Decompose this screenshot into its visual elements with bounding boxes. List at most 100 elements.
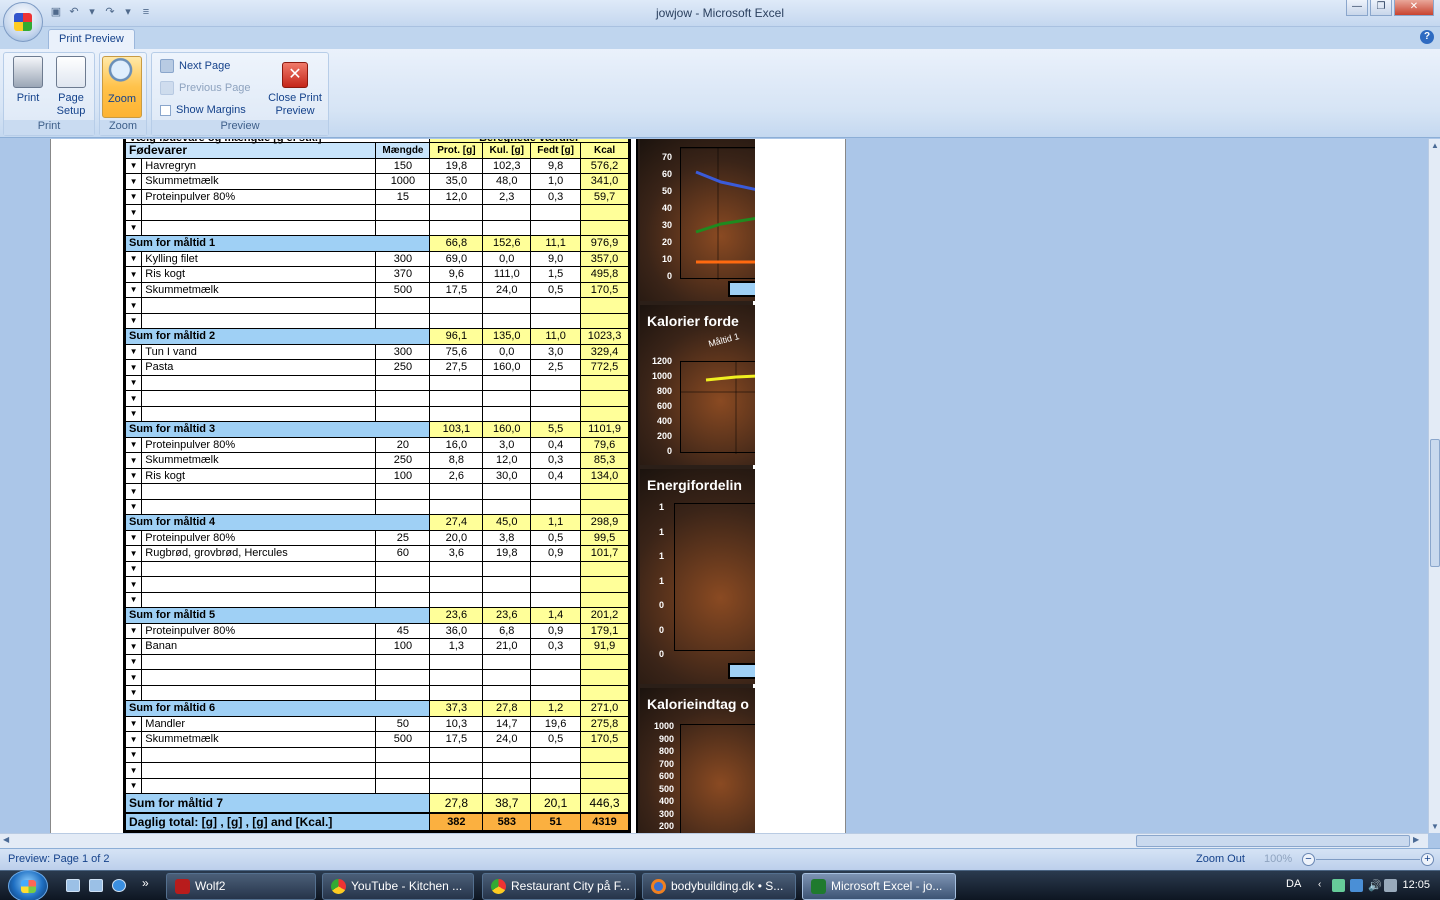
quicklaunch-chevron-icon[interactable]: » — [142, 876, 149, 890]
device-icon[interactable] — [1350, 879, 1363, 892]
dropdown-arrow-icon[interactable]: ▼ — [124, 173, 143, 190]
help-icon[interactable]: ? — [1420, 30, 1434, 44]
quantity-cell[interactable]: 50 — [375, 715, 431, 732]
zoom-out-button[interactable]: Zoom Out — [1196, 853, 1245, 865]
dropdown-arrow-icon[interactable]: ▼ — [124, 622, 143, 639]
quantity-cell[interactable]: 1000 — [375, 173, 431, 190]
print-button[interactable]: Print — [8, 56, 48, 118]
quantity-cell[interactable] — [375, 560, 431, 577]
food-name-cell[interactable] — [141, 560, 377, 577]
food-name-cell[interactable]: Proteinpulver 80% — [141, 622, 377, 639]
taskbar-item-active[interactable]: Microsoft Excel - jo... — [802, 873, 956, 900]
quantity-cell[interactable] — [375, 297, 431, 314]
quantity-cell[interactable]: 370 — [375, 266, 431, 283]
quantity-cell[interactable] — [375, 204, 431, 221]
taskbar-item[interactable]: Wolf2 — [166, 873, 316, 900]
quantity-cell[interactable]: 300 — [375, 250, 431, 267]
dropdown-arrow-icon[interactable]: ▼ — [124, 576, 143, 593]
quantity-cell[interactable]: 45 — [375, 622, 431, 639]
quantity-cell[interactable] — [375, 762, 431, 779]
quantity-cell[interactable]: 500 — [375, 281, 431, 298]
quantity-cell[interactable]: 100 — [375, 638, 431, 655]
show-desktop-icon[interactable] — [66, 879, 80, 892]
dropdown-arrow-icon[interactable]: ▼ — [124, 638, 143, 655]
dropdown-arrow-icon[interactable]: ▼ — [124, 684, 143, 701]
food-name-cell[interactable] — [141, 374, 377, 391]
power-icon[interactable] — [1384, 879, 1397, 892]
dropdown-arrow-icon[interactable]: ▼ — [124, 188, 143, 205]
quantity-cell[interactable] — [375, 312, 431, 329]
food-name-cell[interactable]: Skummetmælk — [141, 173, 377, 190]
scroll-right-icon[interactable]: ▶ — [1413, 835, 1419, 844]
internet-explorer-icon[interactable] — [112, 879, 126, 892]
dropdown-arrow-icon[interactable]: ▼ — [124, 653, 143, 670]
food-name-cell[interactable] — [141, 219, 377, 236]
dropdown-arrow-icon[interactable]: ▼ — [124, 452, 143, 469]
preview-page[interactable]: Vælg fødevare og mængde [g el stk.]Bereg… — [50, 139, 846, 833]
dropdown-arrow-icon[interactable]: ▼ — [124, 669, 143, 686]
dropdown-arrow-icon[interactable]: ▼ — [124, 297, 143, 314]
food-name-cell[interactable] — [141, 483, 377, 500]
food-name-cell[interactable]: Proteinpulver 80% — [141, 436, 377, 453]
quantity-cell[interactable]: 150 — [375, 157, 431, 174]
dropdown-arrow-icon[interactable]: ▼ — [124, 250, 143, 267]
page-setup-button[interactable]: Page Setup — [50, 56, 92, 118]
dropdown-arrow-icon[interactable]: ▼ — [124, 405, 143, 422]
dropdown-arrow-icon[interactable]: ▼ — [124, 746, 143, 763]
food-name-cell[interactable] — [141, 297, 377, 314]
quantity-cell[interactable] — [375, 390, 431, 407]
dropdown-arrow-icon[interactable]: ▼ — [124, 266, 143, 283]
quantity-cell[interactable]: 15 — [375, 188, 431, 205]
scroll-left-icon[interactable]: ◀ — [3, 835, 9, 844]
quantity-cell[interactable] — [375, 669, 431, 686]
quantity-cell[interactable]: 20 — [375, 436, 431, 453]
taskbar-item[interactable]: YouTube - Kitchen ... — [322, 873, 474, 900]
food-name-cell[interactable] — [141, 576, 377, 593]
food-name-cell[interactable]: Banan — [141, 638, 377, 655]
quantity-cell[interactable] — [375, 684, 431, 701]
dropdown-arrow-icon[interactable]: ▼ — [124, 529, 143, 546]
food-name-cell[interactable] — [141, 204, 377, 221]
quantity-cell[interactable] — [375, 483, 431, 500]
quantity-cell[interactable] — [375, 653, 431, 670]
food-name-cell[interactable] — [141, 591, 377, 608]
dropdown-arrow-icon[interactable]: ▼ — [124, 498, 143, 515]
food-name-cell[interactable] — [141, 312, 377, 329]
zoom-plus-icon[interactable]: + — [1421, 853, 1434, 866]
quantity-cell[interactable] — [375, 405, 431, 422]
network-icon[interactable] — [1332, 879, 1345, 892]
dropdown-arrow-icon[interactable]: ▼ — [124, 204, 143, 221]
close-print-preview-button[interactable]: ✕ Close Print Preview — [264, 56, 326, 118]
scroll-up-icon[interactable]: ▲ — [1431, 141, 1439, 150]
minimize-button[interactable]: — — [1346, 0, 1368, 16]
food-name-cell[interactable] — [141, 390, 377, 407]
volume-icon[interactable]: 🔊 — [1368, 879, 1382, 892]
dropdown-arrow-icon[interactable]: ▼ — [124, 281, 143, 298]
dropdown-arrow-icon[interactable]: ▼ — [124, 390, 143, 407]
food-name-cell[interactable]: Mandler — [141, 715, 377, 732]
dropdown-arrow-icon[interactable]: ▼ — [124, 374, 143, 391]
start-button[interactable] — [8, 870, 48, 900]
quantity-cell[interactable] — [375, 576, 431, 593]
dropdown-arrow-icon[interactable]: ▼ — [124, 560, 143, 577]
food-name-cell[interactable]: Rugbrød, grovbrød, Hercules — [141, 545, 377, 562]
quantity-cell[interactable]: 60 — [375, 545, 431, 562]
close-window-button[interactable]: ✕ — [1394, 0, 1434, 16]
food-name-cell[interactable]: Havregryn — [141, 157, 377, 174]
food-name-cell[interactable] — [141, 405, 377, 422]
zoom-slider[interactable]: − + — [1302, 853, 1434, 867]
quantity-cell[interactable]: 250 — [375, 359, 431, 376]
quantity-cell[interactable]: 100 — [375, 467, 431, 484]
zoom-button[interactable]: Zoom — [102, 56, 142, 118]
dropdown-arrow-icon[interactable]: ▼ — [124, 777, 143, 794]
dropdown-arrow-icon[interactable]: ▼ — [124, 731, 143, 748]
vertical-scrollbar[interactable]: ▲ ▼ — [1428, 139, 1440, 833]
quantity-cell[interactable] — [375, 777, 431, 794]
dropdown-arrow-icon[interactable]: ▼ — [124, 591, 143, 608]
food-name-cell[interactable] — [141, 762, 377, 779]
scroll-down-icon[interactable]: ▼ — [1431, 822, 1439, 831]
food-name-cell[interactable]: Ris kogt — [141, 266, 377, 283]
clock[interactable]: 12:05 — [1402, 879, 1430, 891]
dropdown-arrow-icon[interactable]: ▼ — [124, 483, 143, 500]
food-name-cell[interactable]: Proteinpulver 80% — [141, 188, 377, 205]
